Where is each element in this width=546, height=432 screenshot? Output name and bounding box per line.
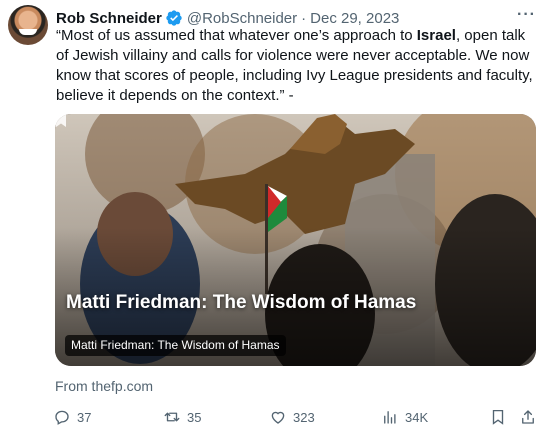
author-avatar[interactable] — [8, 5, 48, 45]
like-count: 323 — [293, 409, 315, 425]
author-handle[interactable]: @RobSchneider — [187, 10, 297, 27]
retweet-icon — [164, 412, 180, 422]
retweet-count: 35 — [187, 409, 202, 425]
card-label: Matti Friedman: The Wisdom of Hamas — [65, 335, 286, 356]
share-button[interactable] — [519, 402, 543, 432]
like-button[interactable]: 323 — [269, 402, 315, 432]
retweet-button[interactable]: 35 — [163, 402, 201, 432]
link-source[interactable]: From thefp.com — [55, 378, 153, 394]
verified-badge-icon — [166, 10, 182, 26]
header-separator: · — [301, 9, 307, 27]
bookmark-icon — [492, 409, 504, 425]
more-icon[interactable]: ··· — [517, 6, 536, 24]
tweet-text: “Most of us assumed that whatever one’s … — [56, 26, 536, 106]
reply-icon — [55, 410, 69, 425]
tweet-text-part: “Most of us assumed that whatever one’s … — [56, 27, 417, 44]
author-name[interactable]: Rob Schneider — [56, 10, 162, 27]
card-title: Matti Friedman: The Wisdom of Hamas — [66, 292, 417, 313]
link-card[interactable]: Matti Friedman: The Wisdom of Hamas Matt… — [55, 114, 536, 366]
action-bar: 37 35 323 34K — [53, 402, 543, 432]
reply-count: 37 — [77, 409, 92, 425]
views-button[interactable]: 34K — [381, 402, 428, 432]
views-count: 34K — [405, 409, 429, 425]
share-icon — [522, 410, 534, 424]
reply-button[interactable]: 37 — [53, 402, 91, 432]
tweet-text-bold: Israel — [416, 27, 456, 44]
tweet-date[interactable]: Dec 29, 2023 — [310, 10, 399, 27]
like-icon — [271, 411, 285, 424]
card-bookmark-icon — [56, 115, 66, 127]
card-image — [55, 114, 536, 366]
views-icon — [384, 411, 396, 424]
tweet-header: Rob Schneider @RobSchneider · Dec 29, 20… — [56, 8, 538, 28]
bookmark-button[interactable] — [489, 402, 513, 432]
